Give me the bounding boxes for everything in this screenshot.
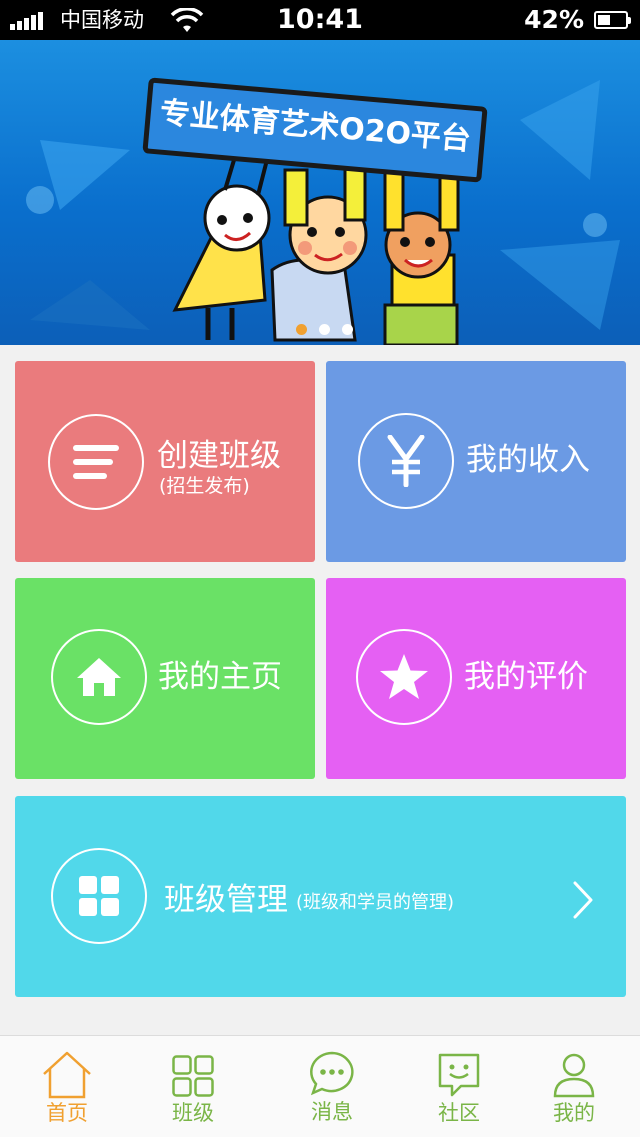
tab-messages-label: 消息: [311, 1100, 353, 1124]
banner-headline: 专业体育艺术O2O平台: [158, 95, 473, 158]
my-income-tile[interactable]: 我的收入: [326, 361, 626, 562]
star-icon: [380, 654, 428, 699]
yen-icon: [387, 435, 425, 487]
banner-dot-2[interactable]: [319, 324, 330, 335]
banner-page-indicator[interactable]: [296, 320, 365, 335]
promo-banner[interactable]: 专业体育艺术O2O平台: [0, 40, 640, 345]
home-icon: [77, 658, 121, 696]
my-income-icon-ring: [358, 413, 454, 509]
create-class-tile[interactable]: 创建班级 (招生发布): [15, 361, 315, 562]
my-homepage-icon-ring: [51, 629, 147, 725]
grid-outline-icon: [172, 1055, 214, 1097]
my-reviews-label: 我的评价: [464, 659, 588, 695]
class-management-icon-ring: [51, 848, 147, 944]
person-icon: [553, 1053, 595, 1098]
bottom-tab-bar: 首页 班级 消息 社区 我的: [0, 1035, 640, 1137]
tab-classes[interactable]: 班级: [129, 1036, 257, 1137]
tab-home-label: 首页: [46, 1101, 88, 1125]
my-income-label: 我的收入: [466, 442, 590, 478]
create-class-subtitle: (招生发布): [159, 475, 250, 497]
tab-mine-label: 我的: [553, 1101, 595, 1125]
banner-illustration: [26, 80, 620, 345]
status-bar: 中国移动 10:41 42%: [0, 0, 640, 40]
tab-classes-label: 班级: [172, 1101, 214, 1125]
tab-community-label: 社区: [438, 1101, 480, 1125]
grid-icon: [79, 876, 119, 916]
my-homepage-tile[interactable]: 我的主页: [15, 578, 315, 779]
battery-icon: [594, 11, 631, 29]
my-homepage-label: 我的主页: [158, 659, 282, 695]
class-management-label: 班级管理: [164, 882, 288, 918]
class-management-tile[interactable]: 班级管理 (班级和学员的管理): [15, 796, 626, 997]
tab-home[interactable]: 首页: [3, 1036, 131, 1137]
list-icon: [73, 445, 119, 479]
class-management-subtitle: (班级和学员的管理): [296, 892, 455, 913]
home-outline-icon: [43, 1051, 91, 1099]
banner-dot-3[interactable]: [342, 324, 353, 335]
smiley-chat-icon: [438, 1053, 480, 1097]
banner-dot-1[interactable]: [296, 324, 307, 335]
chat-bubble-icon: [310, 1051, 354, 1096]
tab-messages[interactable]: 消息: [268, 1036, 396, 1137]
my-reviews-tile[interactable]: 我的评价: [326, 578, 626, 779]
create-class-label: 创建班级: [157, 438, 281, 474]
tab-community[interactable]: 社区: [395, 1036, 523, 1137]
create-class-icon-ring: [48, 414, 144, 510]
my-reviews-icon-ring: [356, 629, 452, 725]
tab-mine[interactable]: 我的: [510, 1036, 638, 1137]
battery-percentage: 42%: [524, 5, 584, 34]
chevron-right-icon: [573, 881, 593, 919]
